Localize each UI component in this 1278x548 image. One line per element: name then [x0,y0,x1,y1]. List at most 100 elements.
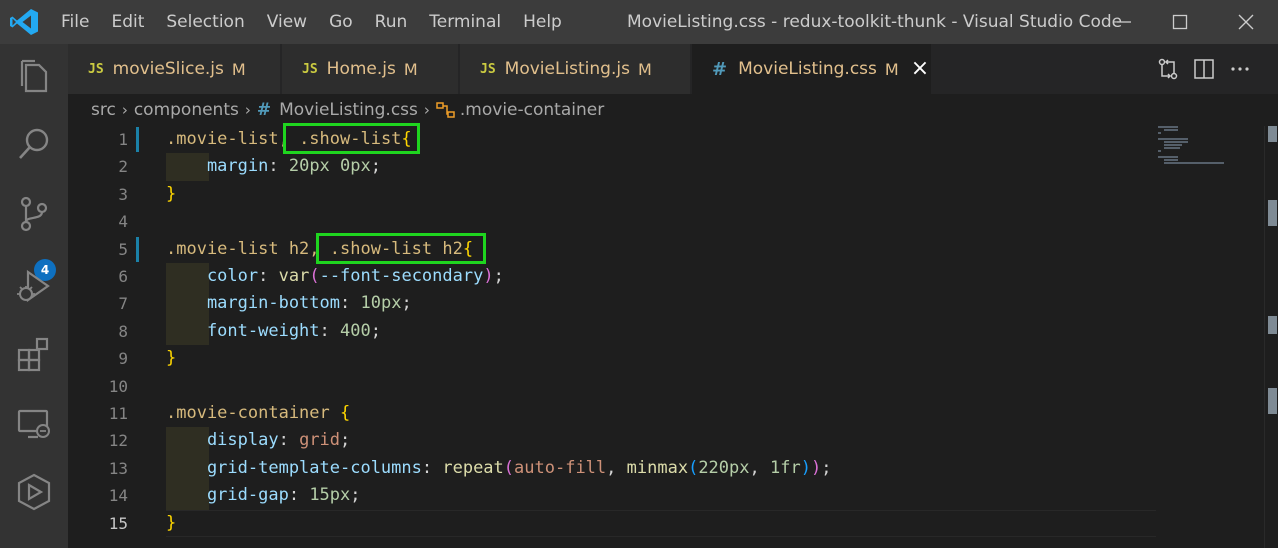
code-line[interactable]: 7 margin-bottom: 10px; [68,290,1158,317]
code-token: ( [309,266,320,286]
menu-edit[interactable]: Edit [100,0,155,44]
close-tab-icon[interactable]: × [911,58,929,80]
menu-terminal[interactable]: Terminal [418,0,512,44]
extensions-icon[interactable] [14,334,54,374]
source-control-icon[interactable] [14,194,54,234]
maximize-button[interactable] [1152,0,1208,44]
code-text: color: var(--font-secondary); [166,263,504,290]
code-token: grid-template-columns [166,457,422,478]
code-token: font-weight [166,320,320,341]
code-text: grid-gap: 15px; [166,482,361,509]
vertical-scrollbar[interactable] [1264,126,1278,548]
code-token: 220px [698,457,750,478]
scrollbar-marker [1268,200,1277,226]
minimap-line [1164,159,1178,161]
annotation-highlight-box [316,232,486,264]
editor-actions [1150,44,1258,94]
line-number: 13 [108,458,128,478]
search-icon[interactable] [14,124,54,164]
breadcrumb-file[interactable]: MovieListing.css [279,100,418,120]
code-token: : [340,293,361,314]
code-token: : [278,430,300,451]
code-line[interactable]: 8 font-weight: 400; [68,318,1158,345]
chevron-right-icon: › [121,101,128,119]
code-token: .movie-container [166,403,340,423]
breadcrumb-components[interactable]: components [134,100,239,120]
modified-indicator: M [231,59,246,79]
menu-selection[interactable]: Selection [155,0,255,44]
code-editor[interactable]: 1 .movie-list, .show-list{2 margin: 20px … [68,123,1278,548]
code-line[interactable]: 10 [68,373,1158,400]
run-debug-icon[interactable] [14,266,54,306]
line-number: 2 [118,157,128,177]
css-file-icon: # [256,100,272,120]
breadcrumb-src[interactable]: src [91,100,116,120]
code-token: .movie-list h2 [166,238,310,259]
line-number: 5 [118,239,128,259]
line-number: 10 [108,376,128,396]
live-share-icon[interactable] [14,472,54,512]
breadcrumb: src › components › # MovieListing.css › … [68,94,1278,126]
code-token: color [166,266,259,286]
more-actions-button[interactable] [1222,54,1258,84]
code-token: ) [810,457,822,478]
code-line[interactable]: 5 .movie-list h2, .show-list h2{ [68,236,1158,263]
menu-file[interactable]: File [50,0,100,44]
code-token: margin-bottom [166,293,340,314]
code-token: ; [340,430,351,451]
code-line[interactable]: 13 grid-template-columns: repeat(auto-fi… [68,455,1158,482]
menu-bar: File Edit Selection View Go Run Terminal… [50,0,573,44]
line-number: 7 [118,294,128,314]
open-changes-button[interactable] [1150,54,1186,84]
window-title: MovieListing.css - redux-toolkit-thunk -… [627,12,1123,32]
code-line[interactable]: 2 margin: 20px 0px; [68,153,1158,180]
close-window-button[interactable] [1218,0,1274,44]
code-line[interactable]: 12 display: grid; [68,427,1158,454]
split-editor-button[interactable] [1186,54,1222,84]
menu-help[interactable]: Help [512,0,573,44]
code-text: } [166,181,176,208]
code-token: { [340,403,351,423]
tab-home-js[interactable]: JS Home.js M [282,44,459,94]
compare-changes-icon [1158,58,1178,80]
title-bar: File Edit Selection View Go Run Terminal… [0,0,1278,44]
tab-movieslice-js[interactable]: JS movieSlice.js M [68,44,281,94]
line-number: 15 [108,513,128,533]
menu-go[interactable]: Go [318,0,364,44]
tab-label: Home.js [326,59,396,79]
code-token: 0px [340,156,371,177]
code-token: --font-secondary [319,266,484,286]
code-line[interactable]: 4 [68,208,1158,235]
scrollbar-marker [1268,316,1277,334]
modified-indicator: M [637,59,652,79]
code-line[interactable]: 11 .movie-container { [68,400,1158,427]
close-icon [1238,14,1254,30]
line-number: 3 [118,184,128,204]
code-line[interactable]: 9} [68,345,1158,372]
css-file-icon: # [712,58,728,80]
menu-run[interactable]: Run [364,0,419,44]
tab-movielisting-js[interactable]: JS MovieListing.js M [460,44,691,94]
chevron-right-icon: › [423,101,430,119]
code-token: margin [166,156,269,177]
code-line[interactable]: 15} [68,510,1158,537]
menu-view[interactable]: View [256,0,318,44]
code-line[interactable]: 1 .movie-list, .show-list{ [68,126,1158,153]
code-token: } [166,512,177,533]
code-token: , [749,457,770,478]
code-token: 10px [360,293,402,314]
code-line[interactable]: 3} [68,181,1158,208]
minimap-line [1158,138,1188,140]
tab-label: movieSlice.js [112,59,224,79]
minimap[interactable] [1158,126,1263,166]
breadcrumb-symbol[interactable]: .movie-container [460,100,604,120]
code-line[interactable]: 14 grid-gap: 15px; [68,482,1158,509]
code-token: : [268,156,289,177]
tab-movielisting-css[interactable]: # MovieListing.css M × [692,44,932,94]
ellipsis-icon [1231,67,1249,71]
line-number: 12 [108,431,128,451]
explorer-icon[interactable] [14,56,54,96]
minimize-button[interactable] [1096,0,1152,44]
code-line[interactable]: 6 color: var(--font-secondary); [68,263,1158,290]
remote-explorer-icon[interactable] [14,404,54,444]
